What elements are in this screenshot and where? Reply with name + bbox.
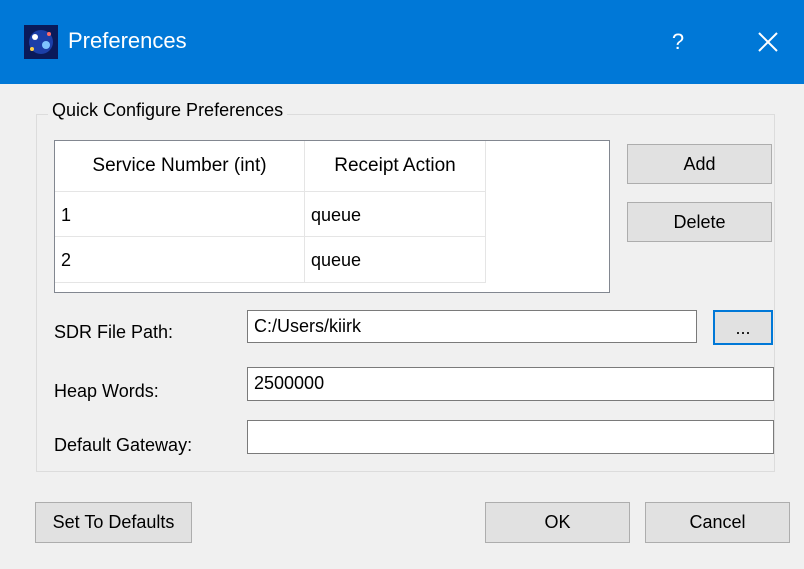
help-glyph: ?	[671, 29, 685, 54]
default-gateway-label: Default Gateway:	[54, 435, 193, 455]
close-icon[interactable]	[748, 22, 788, 62]
table-cell[interactable]: 2	[55, 237, 305, 283]
default-gateway-input[interactable]	[247, 420, 774, 454]
set-to-defaults-button[interactable]: Set To Defaults	[35, 502, 192, 543]
table-cell[interactable]: queue	[305, 237, 486, 283]
group-title: Quick Configure Preferences	[48, 100, 288, 121]
header-receipt-action[interactable]: Receipt Action	[305, 141, 486, 191]
ok-button[interactable]: OK	[485, 502, 630, 543]
heap-words-input[interactable]: 2500000	[247, 367, 774, 401]
window-title: Preferences	[68, 28, 187, 53]
service-table[interactable]: Service Number (int) Receipt Action 1 qu…	[54, 140, 610, 293]
help-button[interactable]: ?	[658, 22, 698, 62]
app-icon	[24, 25, 58, 59]
table-cell[interactable]: queue	[305, 191, 486, 237]
heap-words-label: Heap Words:	[54, 381, 159, 401]
title-bar: Preferences ?	[0, 0, 804, 84]
cancel-button[interactable]: Cancel	[645, 502, 790, 543]
sdr-file-path-label: SDR File Path:	[54, 322, 174, 342]
sdr-file-path-input[interactable]: C:/Users/kiirk	[247, 310, 697, 343]
table-cell[interactable]: 1	[55, 191, 305, 237]
add-button[interactable]: Add	[627, 144, 772, 184]
delete-button[interactable]: Delete	[627, 202, 772, 242]
header-service-number[interactable]: Service Number (int)	[55, 141, 305, 191]
browse-button[interactable]: ...	[713, 310, 773, 345]
